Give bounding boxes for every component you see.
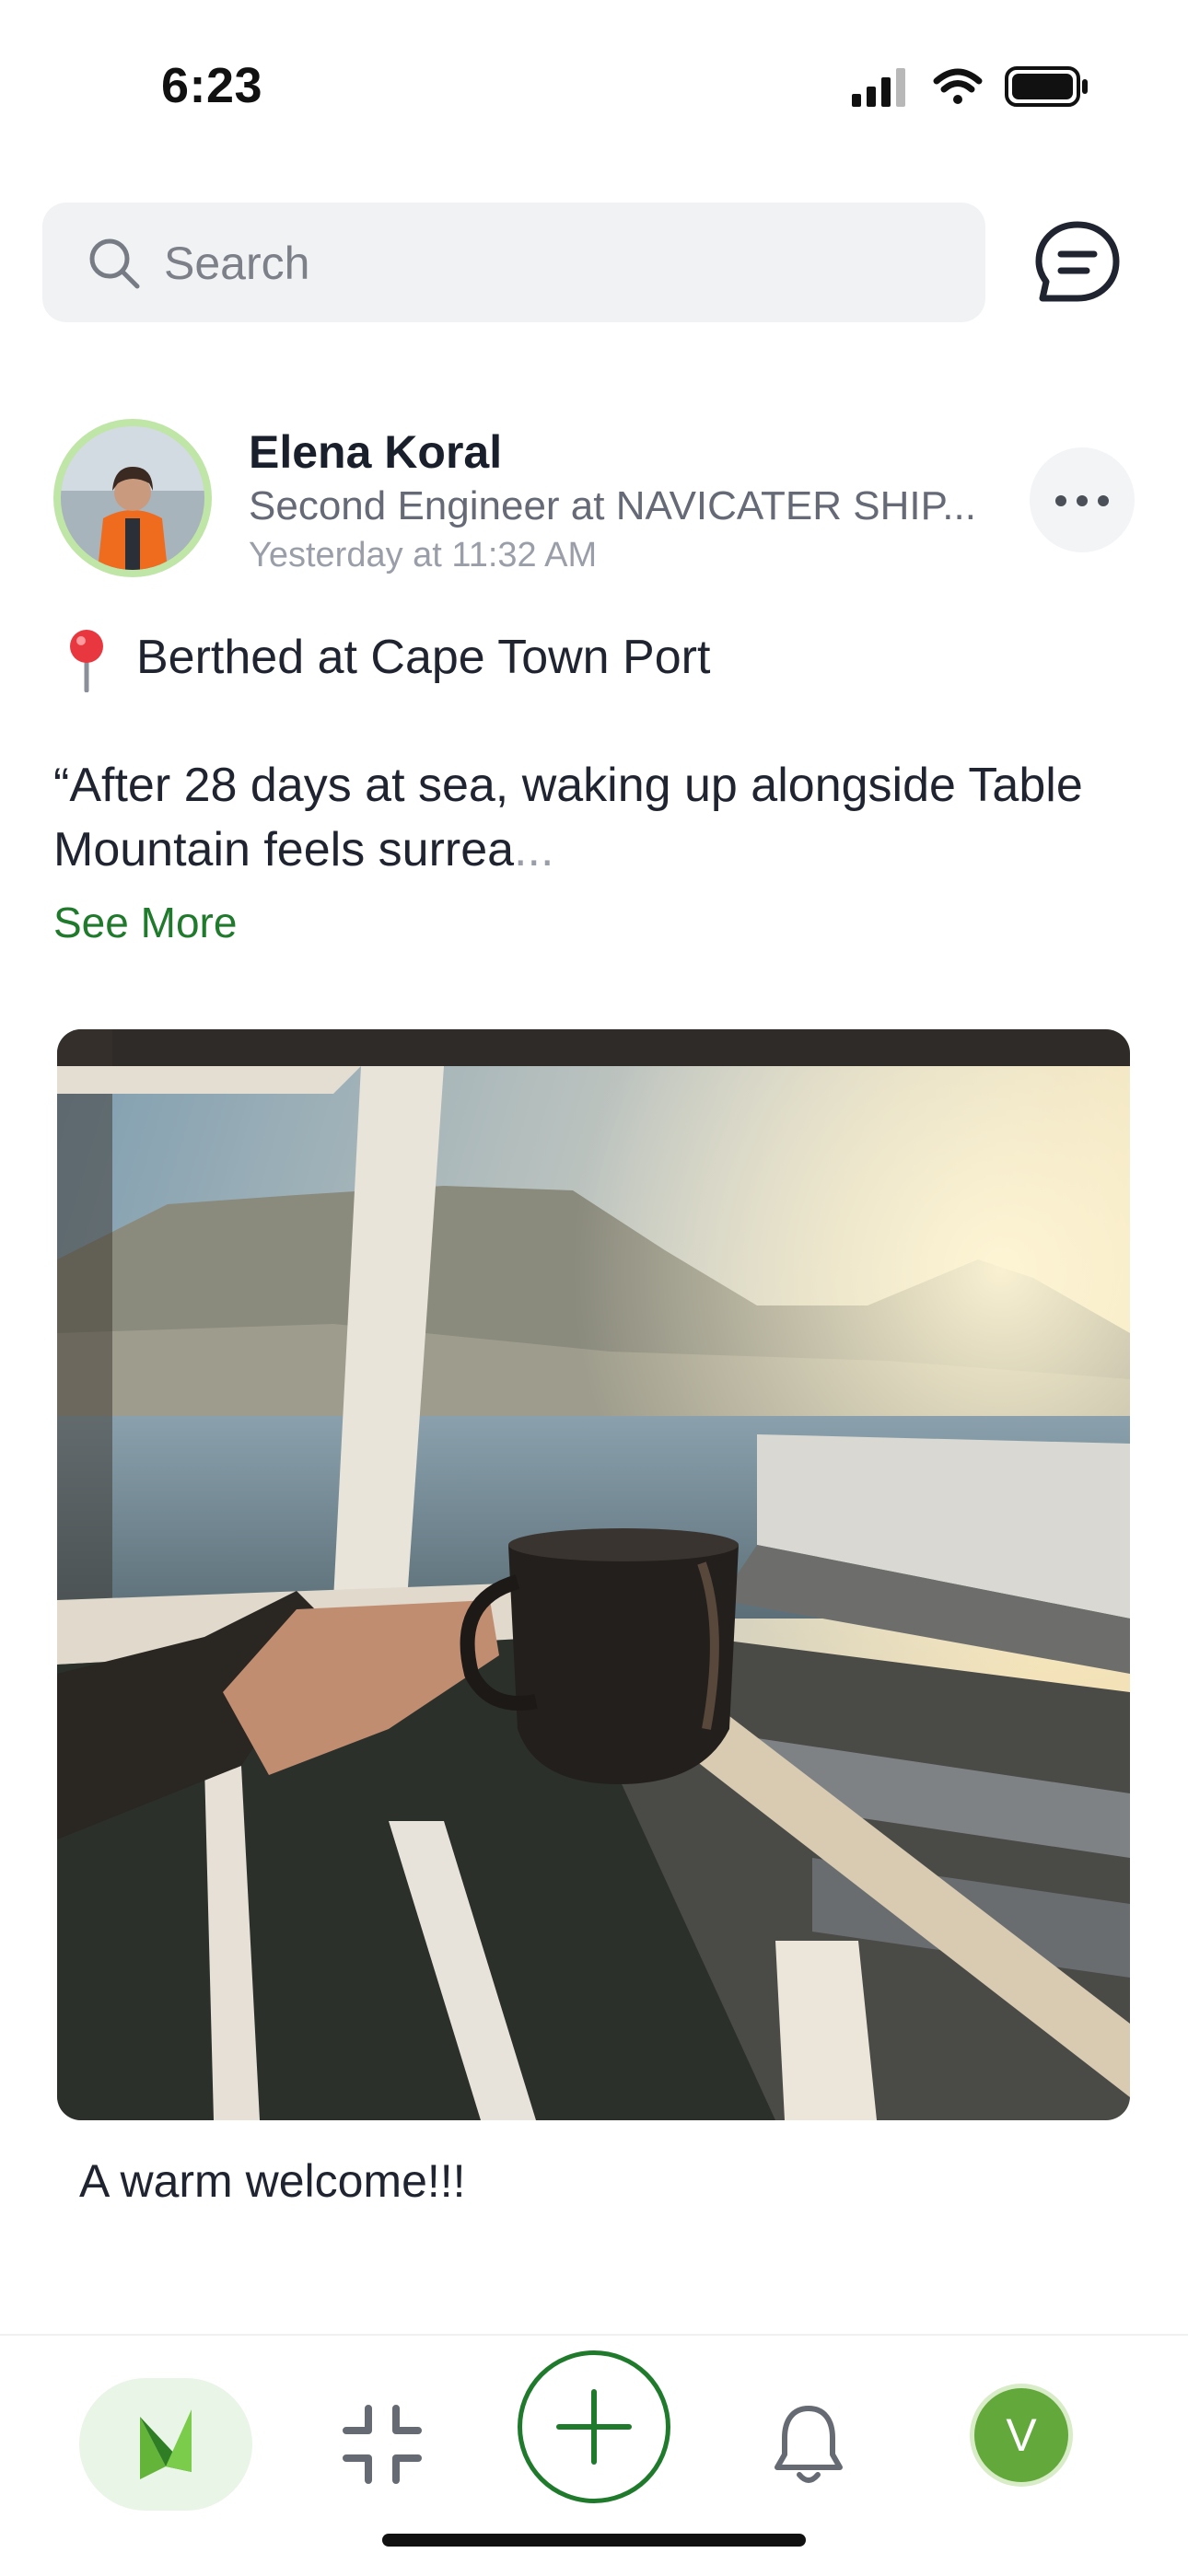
chat-icon[interactable] [1031,217,1124,309]
home-logo-icon [140,2409,192,2479]
post-body-ellipsis: ... [514,823,554,876]
plus-icon [556,2389,632,2465]
search-icon [89,238,140,289]
avatar-photo [61,426,204,570]
create-post-button[interactable] [518,2350,670,2503]
more-dot [1055,495,1066,506]
post-location: Berthed at Cape Town Port [136,631,711,684]
status-icons [852,66,1088,107]
search-bar[interactable] [42,203,985,322]
battery-icon [1005,66,1088,107]
profile-avatar[interactable]: V [974,2388,1068,2482]
wifi-icon [933,68,983,104]
post-timestamp: Yesterday at 11:32 AM [249,536,598,574]
author-avatar[interactable] [53,419,212,577]
search-input[interactable] [162,228,949,298]
post-body-text: “After 28 days at sea, waking up alongsi… [53,759,1083,876]
author-role: Second Engineer at NAVICATER SHIP... [249,483,976,528]
shrink-icon[interactable] [341,2403,424,2486]
post-image[interactable] [57,1029,1130,2120]
nav-home[interactable] [79,2378,252,2511]
home-indicator [382,2534,806,2547]
more-options-button[interactable] [1030,447,1135,552]
post-body: “After 28 days at sea, waking up alongsi… [53,753,1140,882]
signal-icon [852,68,905,107]
location-pin-icon [70,630,103,692]
more-dot [1077,495,1088,506]
status-time: 6:23 [161,58,263,113]
notifications-bell-icon[interactable] [772,2401,845,2489]
see-more-link[interactable]: See More [53,898,237,947]
author-name[interactable]: Elena Koral [249,425,502,479]
more-dot [1098,495,1109,506]
post-caption: A warm welcome!!! [79,2155,466,2207]
